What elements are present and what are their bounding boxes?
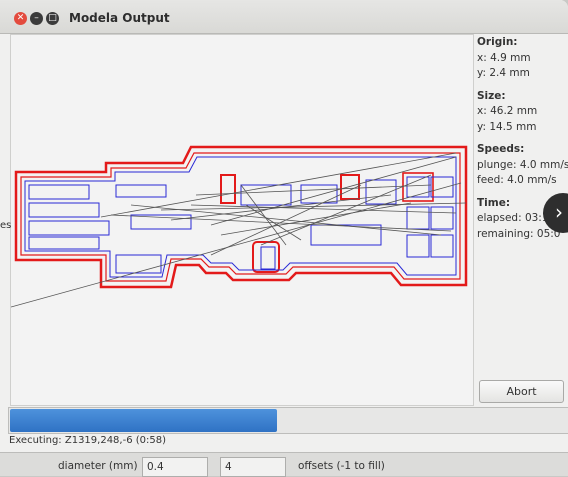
toolpath-preview	[10, 34, 474, 406]
size-heading: Size:	[477, 89, 506, 102]
diameter-field[interactable]: 0.4	[142, 457, 208, 477]
background-text-fragment: es	[0, 220, 12, 231]
origin-group: Origin: x: 4.9 mm y: 2.4 mm	[477, 35, 567, 82]
offsets-label: offsets (-1 to fill)	[298, 460, 385, 472]
origin-x: x: 4.9 mm	[477, 51, 531, 64]
window-title: Modela Output	[69, 11, 170, 25]
parameters-panel: diameter (mm) 0.4 4 offsets (-1 to fill)	[0, 452, 568, 477]
modela-output-window: ✕ – □ Modela Output Origin: x: 4.9 mm y:…	[0, 0, 568, 452]
offsets-field[interactable]: 4	[220, 457, 286, 477]
travel-moves	[11, 152, 467, 308]
toolpath-drawing	[11, 145, 468, 308]
maximize-icon: □	[48, 13, 57, 23]
speeds-heading: Speeds:	[477, 143, 525, 155]
minimize-icon: –	[34, 13, 39, 23]
size-y: y: 14.5 mm	[477, 120, 537, 133]
speed-plunge: plunge: 4.0 mm/s	[477, 158, 568, 171]
size-group: Size: x: 46.2 mm y: 14.5 mm	[477, 89, 567, 136]
job-progress-bar	[8, 407, 568, 434]
size-x: x: 46.2 mm	[477, 105, 538, 117]
chevron-right-icon: ›	[555, 200, 563, 224]
close-button[interactable]: ✕	[14, 12, 27, 25]
abort-button[interactable]: Abort	[479, 380, 564, 403]
status-line: Executing: Z1319,248,-6 (0:58)	[9, 435, 167, 446]
speeds-group: Speeds: plunge: 4.0 mm/s feed: 4.0 mm/s	[477, 142, 568, 189]
maximize-button[interactable]: □	[46, 12, 59, 25]
diameter-label: diameter (mm)	[58, 460, 138, 472]
origin-y: y: 2.4 mm	[477, 67, 530, 79]
close-icon: ✕	[16, 13, 25, 23]
title-bar: ✕ – □ Modela Output	[0, 0, 568, 34]
origin-heading: Origin:	[477, 36, 518, 48]
progress-fill	[10, 409, 277, 432]
speed-feed: feed: 4.0 mm/s	[477, 174, 557, 186]
minimize-button[interactable]: –	[30, 12, 43, 25]
